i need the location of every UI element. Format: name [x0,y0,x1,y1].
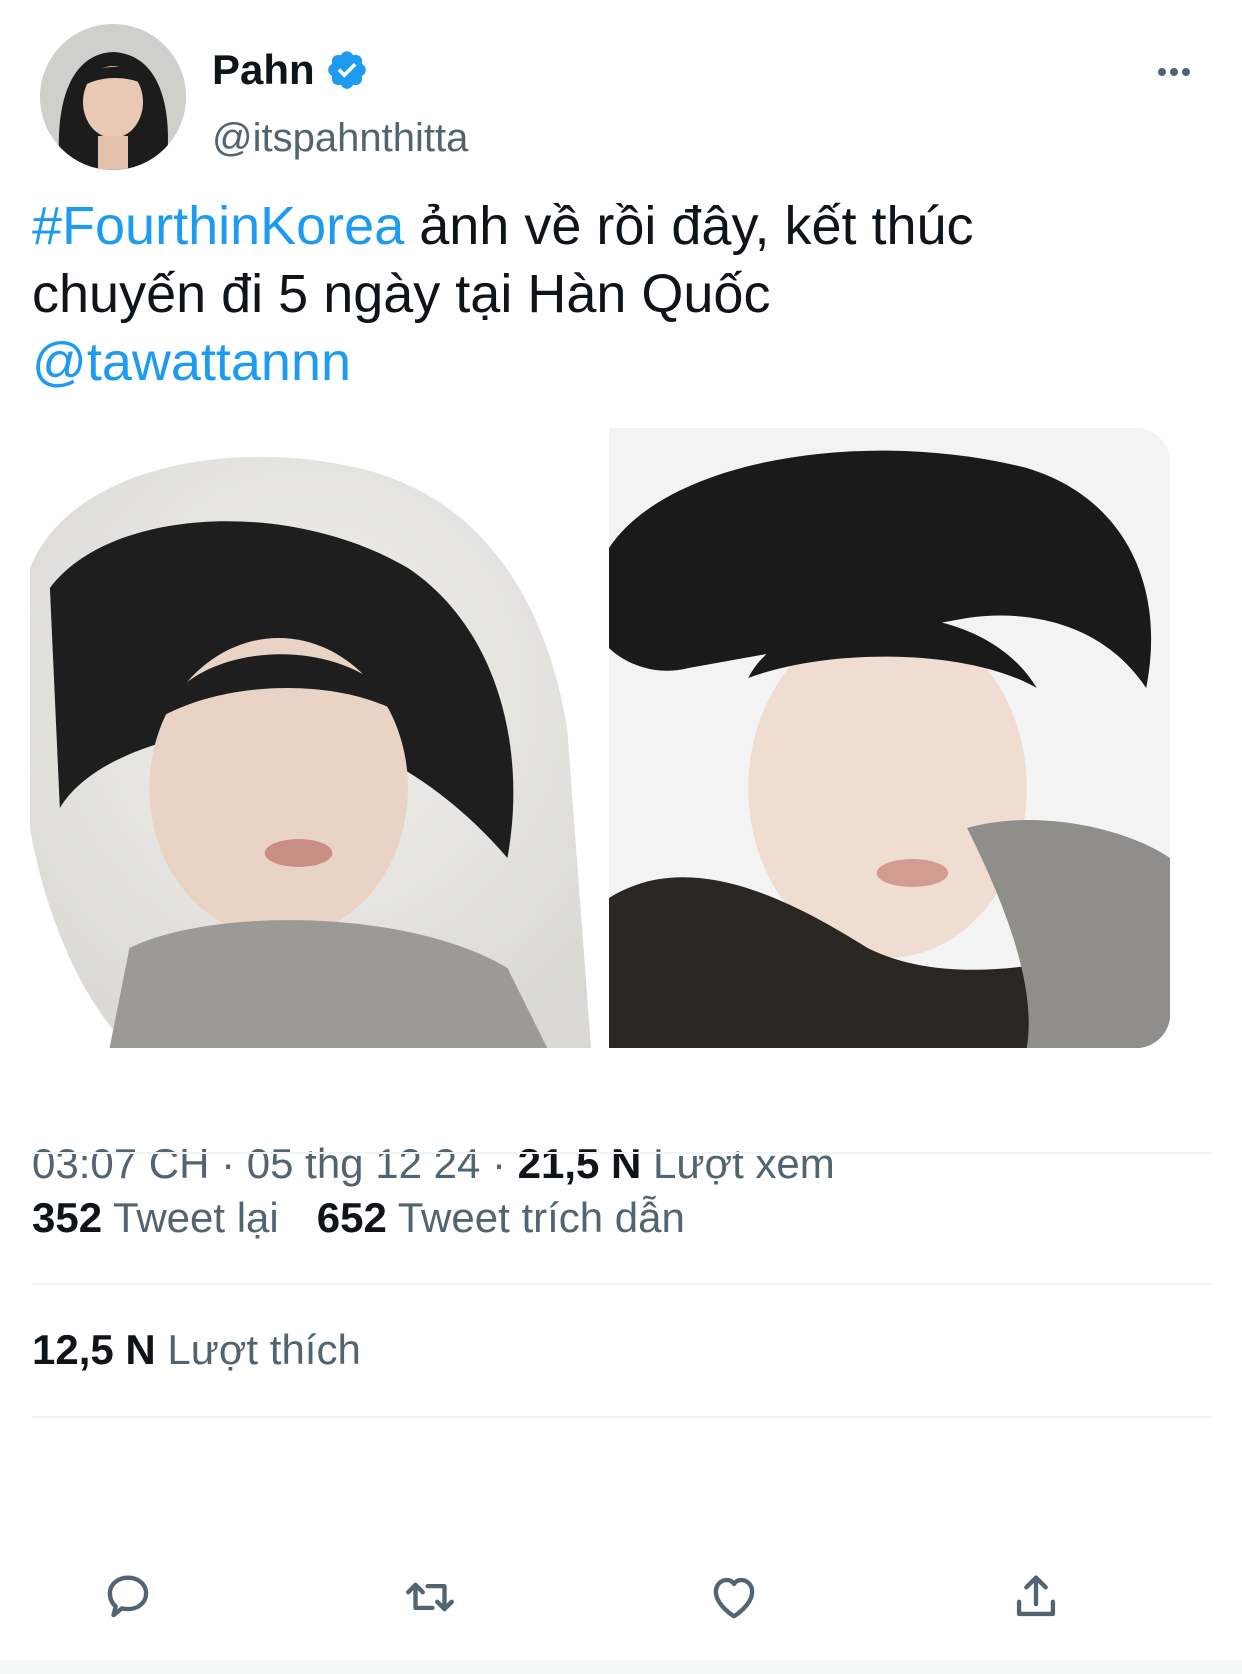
retweet-button[interactable] [398,1565,462,1629]
name-row: Pahn [212,46,369,94]
reply-button[interactable] [96,1565,160,1629]
tweet-text-line-2: chuyến đi 5 ngày tại Hàn Quốc [32,264,771,324]
share-icon [1016,1575,1056,1617]
meta-separator: · [480,1140,518,1187]
media-grid [30,428,1170,1048]
retweets-label: Tweet lại [102,1194,279,1241]
quotes-label: Tweet trích dẫn [386,1194,685,1241]
views-label: Lượt xem [641,1140,835,1187]
photo-2[interactable] [609,428,1170,1048]
retweet-icon [406,1582,454,1612]
mention-link[interactable]: @tawattannn [32,332,351,392]
like-icon [713,1577,755,1619]
display-name[interactable]: Pahn [212,46,315,94]
photo-1[interactable] [30,428,591,1048]
action-bar [32,1555,1212,1635]
tweet-time[interactable]: 03:07 CH [32,1140,209,1187]
tweet-text-line-1: ảnh về rồi đây, kết thúc [404,196,974,256]
verified-badge-icon [327,51,366,89]
divider [32,1283,1212,1285]
meta-separator: · [209,1140,247,1187]
engagement-stats: 352 Tweet lại 652 Tweet trích dẫn [32,1194,723,1242]
likes-stats: 12,5 N Lượt thích [32,1326,399,1374]
tweet-header: Pahn @itspahnthitta [32,22,1212,172]
more-options-icon[interactable] [1154,52,1194,92]
share-button[interactable] [1004,1565,1068,1629]
hashtag-link[interactable]: #FourthinKorea [32,196,404,256]
reply-icon [107,1575,149,1618]
likes-label: Lượt thích [155,1326,361,1373]
retweets-count: 352 [32,1194,103,1241]
tweet-text: #FourthinKorea ảnh về rồi đây, kết thúc … [32,192,1152,396]
bottom-separator [0,1660,1242,1674]
quotes-stat[interactable]: 652 Tweet trích dẫn [317,1194,685,1241]
retweets-stat[interactable]: 352 Tweet lại [32,1194,279,1241]
likes-stat[interactable]: 12,5 N Lượt thích [32,1326,361,1373]
likes-count: 12,5 N [32,1326,156,1373]
divider [32,1152,1212,1154]
tweet-meta: 03:07 CH · 05 thg 12 24 · 21,5 N Lượt xe… [32,1140,835,1188]
quotes-count: 652 [316,1194,387,1241]
divider [32,1416,1212,1418]
handle[interactable]: @itspahnthitta [212,116,468,161]
avatar[interactable] [40,24,186,170]
tweet-date[interactable]: 05 thg 12 24 [247,1140,481,1187]
like-button[interactable] [702,1565,766,1629]
views-count: 21,5 N [517,1140,642,1187]
